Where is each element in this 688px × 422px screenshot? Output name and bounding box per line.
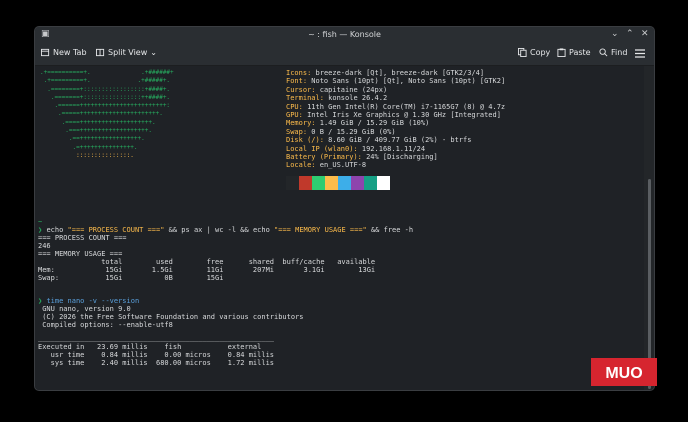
ascii-logo-row: .=+++++++++++++++. <box>40 143 138 151</box>
svg-text:MUO: MUO <box>605 365 642 382</box>
info-value: 192.168.1.11/24 <box>357 144 426 153</box>
new-tab-button[interactable]: New Tab <box>41 48 87 57</box>
color-swatch <box>299 176 312 190</box>
info-line: Battery (Primary): 24% [Discharging] <box>286 153 505 161</box>
color-swatches <box>286 176 390 190</box>
info-value: Intel Iris Xe Graphics @ 1.30 GHz [Integ… <box>302 111 501 120</box>
minimize-icon[interactable]: ⌄ <box>611 29 619 39</box>
info-key: GPU: <box>286 111 303 120</box>
color-swatch <box>364 176 377 190</box>
info-line: Font: Noto Sans (10pt) [Qt], Noto Sans (… <box>286 77 505 85</box>
info-line: Local IP (wlan0): 192.168.1.11/24 <box>286 145 505 153</box>
color-swatch <box>338 176 351 190</box>
info-value: 8.60 GiB / 409.77 GiB (2%) - btrfs <box>323 136 472 145</box>
title-bar: ▣ ~ : fish — Konsole ⌄ ⌃ ✕ <box>35 27 654 43</box>
info-line: Disk (/): 8.60 GiB / 409.77 GiB (2%) - b… <box>286 136 505 144</box>
info-value: 24% [Discharging] <box>361 153 438 162</box>
info-key: Locale: <box>286 161 316 170</box>
info-line: Swap: 0 B / 15.29 GiB (0%) <box>286 128 505 136</box>
ascii-logo-row: .====++++++++++++++++++++. <box>40 118 156 126</box>
info-key: Local IP (wlan0): <box>286 144 358 153</box>
ascii-logo-row: .========+:::::::::::::::::+####+. <box>40 85 171 93</box>
info-value: 1.49 GiB / 15.29 GiB (10%) <box>315 119 430 128</box>
paste-button[interactable]: Paste <box>557 48 591 57</box>
color-swatch <box>312 176 325 190</box>
info-key: Disk (/): <box>286 136 324 145</box>
info-key: CPU: <box>286 102 303 111</box>
copy-button[interactable]: Copy <box>518 48 550 57</box>
output-line: === PROCESS COUNT === <box>38 234 127 242</box>
ascii-logo-row: .==+++++++++++++++++. <box>40 135 145 143</box>
info-value: 11th Gen Intel(R) Core(TM) i7-1165G7 (8)… <box>302 102 506 111</box>
terminal-area[interactable]: .+==========+. .+######+ .+=========+. .… <box>35 66 644 390</box>
info-line: Memory: 1.49 GiB / 15.29 GiB (10%) <box>286 119 505 127</box>
color-swatch <box>286 176 299 190</box>
info-value: capitaine (24px) <box>315 85 388 94</box>
ascii-logo-row: .======++++++++++++++++++++++++: <box>40 102 171 110</box>
info-key: Memory: <box>286 119 316 128</box>
maximize-icon[interactable]: ⌃ <box>626 29 634 39</box>
info-line: GPU: Intel Iris Xe Graphics @ 1.30 GHz [… <box>286 111 505 119</box>
paste-icon <box>557 48 566 57</box>
chevron-down-icon: ⌄ <box>150 48 157 57</box>
info-line: Locale: en_US.UTF-8 <box>286 161 505 169</box>
close-icon[interactable]: ✕ <box>641 29 649 39</box>
info-key: Terminal: <box>286 94 324 103</box>
info-value: konsole 26.4.2 <box>323 94 388 103</box>
info-value: 0 B / 15.29 GiB (0%) <box>307 127 396 136</box>
prompt-symbol: ~ <box>38 218 43 226</box>
info-value: Noto Sans (10pt) [Qt], Noto Sans (10pt) … <box>307 77 506 86</box>
color-swatch <box>325 176 338 190</box>
new-tab-label: New Tab <box>53 48 87 57</box>
copy-icon <box>518 48 527 57</box>
output-line: Swap: 15Gi 0B 15Gi <box>38 274 224 282</box>
info-value: en_US.UTF-8 <box>315 161 367 170</box>
split-view-button[interactable]: Split View ⌄ <box>96 48 157 57</box>
ascii-logo-row: :::::::::::::::. <box>40 151 134 159</box>
info-value: breeze-dark [Qt], breeze-dark [GTK2/3/4] <box>311 69 485 77</box>
konsole-window: ▣ ~ : fish — Konsole ⌄ ⌃ ✕ New Tab Split… <box>35 27 654 390</box>
info-line: Icons: breeze-dark [Qt], breeze-dark [GT… <box>286 69 505 77</box>
ascii-logo-row: .+=========+. .+#####+. <box>40 77 171 85</box>
output-line: Compiled options: --enable-utf8 <box>38 321 173 329</box>
ascii-logo-row: .=======+::::::::::::::::++####+. <box>40 93 171 101</box>
search-icon <box>599 48 608 57</box>
copy-label: Copy <box>530 48 551 57</box>
color-swatch <box>377 176 390 190</box>
new-tab-icon <box>41 48 50 57</box>
info-key: Icons: <box>286 69 312 77</box>
split-view-icon <box>96 48 105 57</box>
toolbar: New Tab Split View ⌄ Copy Paste Find <box>35 43 654 66</box>
output-line: sys time 2.40 millis 680.00 micros 1.72 … <box>38 359 275 367</box>
find-label: Find <box>611 48 628 57</box>
info-line: Cursor: capitaine (24px) <box>286 86 505 94</box>
find-button[interactable]: Find <box>599 48 627 57</box>
info-key: Swap: <box>286 127 308 136</box>
output-line: ________________________________________… <box>38 334 275 342</box>
muo-watermark-logo: MUO <box>591 358 657 386</box>
fastfetch-info: Icons: breeze-dark [Qt], breeze-dark [GT… <box>286 69 505 170</box>
info-key: Font: <box>286 77 308 86</box>
info-line: CPU: 11th Gen Intel(R) Core(TM) i7-1165G… <box>286 103 505 111</box>
split-view-label: Split View <box>108 48 148 57</box>
ascii-logo-row: .===+++++++++++++++++++. <box>40 127 152 135</box>
ascii-logo-row: .+==========+. .+######+ <box>40 69 174 76</box>
color-swatch <box>351 176 364 190</box>
paste-label: Paste <box>569 48 591 57</box>
window-title: ~ : fish — Konsole <box>308 30 381 39</box>
info-key: Battery (Primary): <box>286 153 362 162</box>
ascii-logo-row: .=====++++++++++++++++++++++. <box>40 110 163 118</box>
info-line: Terminal: konsole 26.4.2 <box>286 94 505 102</box>
fastfetch-ascii-logo: .+==========+. .+######+ .+=========+. .… <box>40 69 174 160</box>
info-key: Cursor: <box>286 85 316 94</box>
hamburger-menu-icon[interactable] <box>635 49 645 58</box>
